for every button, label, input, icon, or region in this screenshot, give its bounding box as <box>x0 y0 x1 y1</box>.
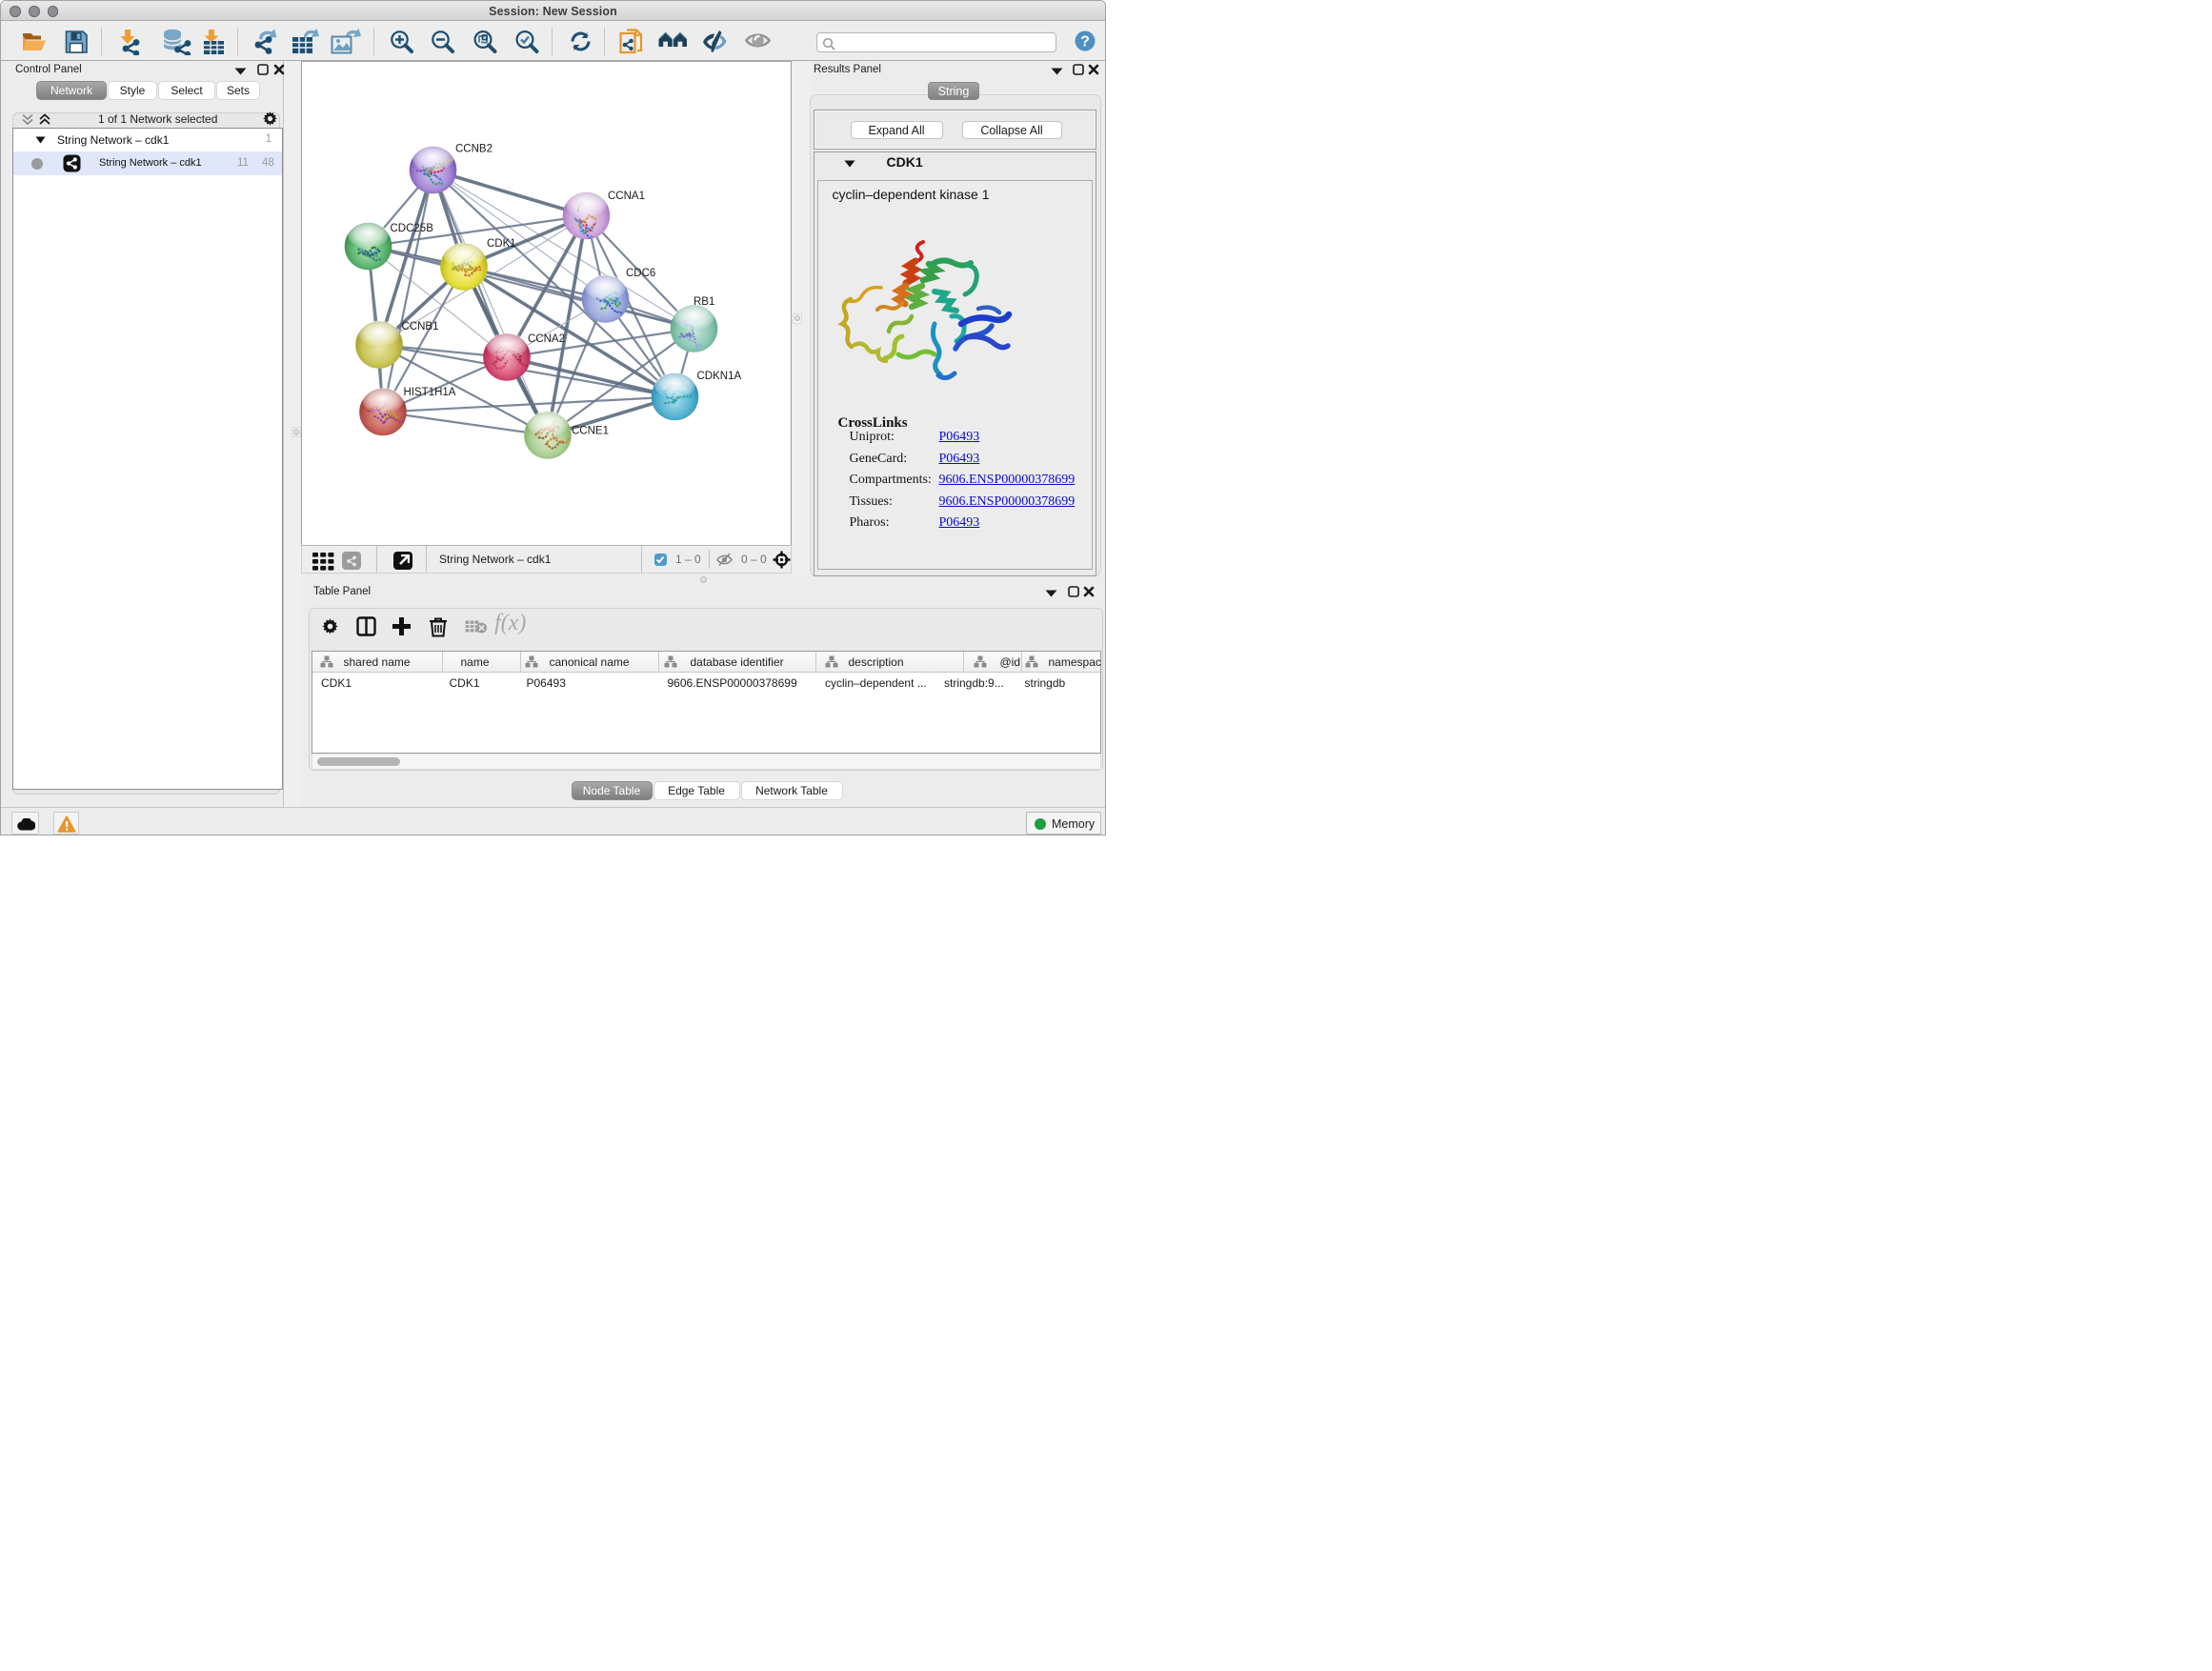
svg-text:CCNB1: CCNB1 <box>402 321 439 332</box>
svg-text:HIST1H1A: HIST1H1A <box>404 387 456 398</box>
svg-text:CDC6: CDC6 <box>626 268 655 279</box>
svg-text:CCNA1: CCNA1 <box>608 191 645 202</box>
svg-text:RB1: RB1 <box>694 296 714 308</box>
svg-text:?: ? <box>1080 34 1090 50</box>
svg-text:CCNB2: CCNB2 <box>455 144 493 155</box>
svg-text:CCNA2: CCNA2 <box>528 333 565 345</box>
svg-text:CDK1: CDK1 <box>487 238 516 250</box>
svg-text:CCNE1: CCNE1 <box>572 426 609 437</box>
svg-text:CDKN1A: CDKN1A <box>697 371 742 382</box>
svg-text:CDC25B: CDC25B <box>391 223 434 234</box>
